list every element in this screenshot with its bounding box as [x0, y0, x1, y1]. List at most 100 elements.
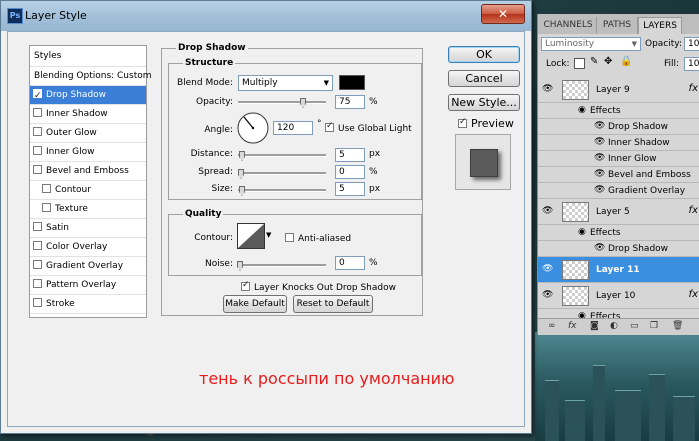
preview-option[interactable]: Preview	[458, 117, 514, 130]
link-icon[interactable]: ∞	[548, 321, 556, 331]
style-item[interactable]: Satin	[30, 219, 146, 238]
blending-options-item[interactable]: Blending Options: Custom	[30, 67, 152, 86]
layer-row[interactable]: 👁 Layer 5 fx	[538, 199, 699, 225]
style-item[interactable]: Outer Glow	[30, 124, 146, 143]
lock-position-icon[interactable]: ✥	[604, 56, 612, 67]
eye-icon[interactable]: 👁	[594, 121, 605, 131]
style-item[interactable]: Bevel and Emboss	[30, 162, 146, 181]
style-item-checkbox[interactable]	[33, 260, 42, 269]
knocks-out-checkbox[interactable]	[241, 280, 250, 291]
eye-icon[interactable]: 👁	[594, 137, 605, 147]
tab-layers[interactable]: LAYERS	[638, 17, 682, 34]
close-button[interactable]: ✕	[481, 4, 525, 24]
effect-row[interactable]: 👁 Drop Shadow	[538, 119, 699, 135]
anti-aliased-checkbox[interactable]	[285, 233, 294, 242]
spread-input[interactable]: 0	[335, 165, 365, 179]
angle-input[interactable]: 120	[273, 121, 313, 135]
opacity-input[interactable]: 75	[335, 95, 365, 109]
folder-icon[interactable]: ▭	[630, 321, 639, 331]
style-item-checkbox[interactable]	[33, 298, 42, 307]
effect-row[interactable]: 👁 Inner Shadow	[538, 135, 699, 151]
tab-paths[interactable]: PATHS	[597, 17, 638, 34]
blend-mode-select[interactable]: Multiply ▼	[238, 75, 333, 91]
eye-icon[interactable]: 👁	[594, 153, 605, 163]
eye-icon[interactable]: 👁	[542, 206, 553, 216]
effect-row[interactable]: 👁 Inner Glow	[538, 151, 699, 167]
effects-row[interactable]: ◉ Effects	[538, 103, 699, 119]
size-input[interactable]: 5	[335, 182, 365, 196]
size-slider-track[interactable]	[238, 189, 326, 192]
layer-fx-icon[interactable]: fx	[689, 205, 698, 216]
noise-slider-track[interactable]	[238, 264, 326, 267]
angle-label: Angle:	[204, 125, 233, 135]
style-item-checkbox[interactable]	[33, 279, 42, 288]
ok-button[interactable]: OK	[448, 46, 520, 63]
new-style-button[interactable]: New Style...	[448, 94, 520, 111]
use-global-light-option[interactable]: Use Global Light	[325, 121, 412, 134]
lock-all-icon[interactable]: 🔒	[620, 56, 632, 67]
style-item[interactable]: Contour	[30, 181, 146, 200]
style-item-checkbox[interactable]	[33, 108, 42, 117]
style-item-checkbox[interactable]	[33, 222, 42, 231]
adjustment-icon[interactable]: ◐	[610, 321, 618, 331]
distance-input[interactable]: 5	[335, 148, 365, 162]
eye-icon[interactable]: 👁	[594, 185, 605, 195]
layer-row[interactable]: 👁 Layer 10 fx	[538, 283, 699, 309]
tab-channels[interactable]: CHANNELS	[540, 17, 597, 34]
styles-header[interactable]: Styles	[30, 46, 146, 67]
use-global-light-checkbox[interactable]	[325, 121, 334, 132]
dialog-titlebar[interactable]: Ps Layer Style ✕	[1, 1, 531, 31]
contour-dropdown-icon[interactable]: ▼	[266, 231, 271, 239]
layer-row[interactable]: 👁 Layer 9 fx	[538, 77, 699, 103]
lock-image-icon[interactable]: ✎	[590, 56, 598, 67]
layer-fx-icon[interactable]: fx	[689, 289, 698, 300]
effect-row[interactable]: 👁 Bevel and Emboss	[538, 167, 699, 183]
style-item-checkbox[interactable]	[33, 165, 42, 174]
style-item[interactable]: Pattern Overlay	[30, 276, 146, 295]
lock-transparent-icon[interactable]	[574, 58, 585, 69]
distance-slider-track[interactable]	[238, 154, 326, 157]
eye-icon[interactable]: 👁	[542, 264, 553, 274]
style-item-checkbox[interactable]	[42, 184, 51, 193]
make-default-button[interactable]: Make Default	[223, 295, 287, 313]
style-item[interactable]: Drop Shadow	[30, 86, 146, 106]
style-item[interactable]: Inner Shadow	[30, 105, 146, 124]
style-item[interactable]: Color Overlay	[30, 238, 146, 257]
style-item-checkbox[interactable]	[33, 87, 42, 106]
eye-icon[interactable]: 👁	[594, 243, 605, 253]
spread-slider-track[interactable]	[238, 172, 326, 175]
effect-row[interactable]: 👁 Gradient Overlay	[538, 183, 699, 199]
angle-dial[interactable]	[237, 112, 269, 144]
fill-input[interactable]: 100	[684, 57, 699, 71]
layer-fx-icon[interactable]: fx	[689, 83, 698, 94]
eye-icon[interactable]: 👁	[542, 84, 553, 94]
effects-row[interactable]: ◉ Effects	[538, 225, 699, 241]
knocks-out-option[interactable]: Layer Knocks Out Drop Shadow	[241, 280, 396, 293]
contour-picker[interactable]: ▼	[237, 223, 273, 249]
noise-input[interactable]: 0	[335, 256, 365, 270]
style-item[interactable]: Texture	[30, 200, 146, 219]
layer-blend-mode-select[interactable]: Luminosity ▼	[541, 37, 641, 51]
cancel-button[interactable]: Cancel	[448, 70, 520, 87]
style-item[interactable]: Stroke	[30, 295, 146, 314]
eye-icon[interactable]: 👁	[594, 169, 605, 179]
mask-icon[interactable]: ◙	[590, 321, 599, 331]
eye-icon[interactable]: 👁	[542, 290, 553, 300]
shadow-color-swatch[interactable]	[339, 75, 365, 90]
opacity-slider-track[interactable]	[238, 101, 326, 104]
style-item-checkbox[interactable]	[33, 241, 42, 250]
reset-to-default-button[interactable]: Reset to Default	[293, 295, 373, 313]
style-item-checkbox[interactable]	[42, 203, 51, 212]
style-item[interactable]: Gradient Overlay	[30, 257, 146, 276]
fx-icon[interactable]: fx	[568, 321, 577, 331]
style-item[interactable]: Inner Glow	[30, 143, 146, 162]
preview-checkbox[interactable]	[458, 117, 467, 128]
effect-row[interactable]: 👁 Drop Shadow	[538, 241, 699, 257]
trash-icon[interactable]: 🗑	[672, 321, 683, 331]
new-layer-icon[interactable]: ❐	[650, 321, 658, 331]
layer-row[interactable]: 👁 Layer 11	[538, 257, 699, 283]
layer-opacity-input[interactable]: 100	[684, 37, 699, 51]
style-item-checkbox[interactable]	[33, 127, 42, 136]
anti-aliased-option[interactable]: Anti-aliased	[285, 233, 351, 244]
style-item-checkbox[interactable]	[33, 146, 42, 155]
